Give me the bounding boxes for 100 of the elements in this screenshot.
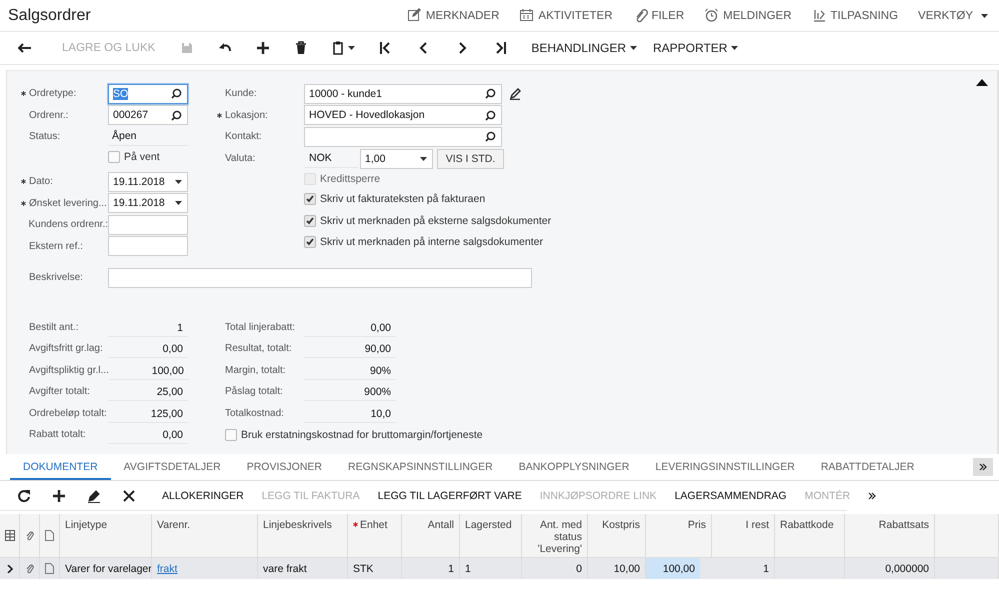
input-field[interactable]: [108, 214, 188, 235]
column-header[interactable]: Lagersted: [465, 519, 512, 531]
search-icon: [171, 88, 182, 100]
menu-button[interactable]: BEHANDLINGER: [531, 41, 637, 55]
column-header[interactable]: Pris: [688, 519, 706, 531]
input-field[interactable]: 10000 - kunde1: [304, 84, 502, 104]
tab[interactable]: BANKOPPLYSNINGER: [506, 461, 642, 480]
view-base-button[interactable]: VIS I STD.: [437, 148, 504, 169]
field-label: Kunde:: [225, 88, 257, 100]
summary-value: 0,00: [108, 340, 188, 358]
column-header[interactable]: Varenr.: [157, 519, 190, 531]
summary-value: 25,00: [108, 383, 188, 401]
toolbar-button[interactable]: LAGERSAMMENDRAG: [674, 490, 787, 502]
add-button[interactable]: [52, 488, 66, 502]
summary-value: 100,00: [108, 362, 189, 380]
input-field[interactable]: [108, 236, 188, 256]
input-field[interactable]: 000267: [108, 105, 188, 126]
header-action-button[interactable]: TILPASNING: [812, 8, 898, 23]
search-icon: [485, 110, 496, 121]
checkbox[interactable]: [304, 236, 316, 248]
toolbar-button[interactable]: LEGG TIL LAGERFØRT VARE: [378, 490, 522, 502]
column-header[interactable]: Enhet: [360, 519, 388, 531]
table-cell: 10,00: [614, 562, 640, 574]
add-icon: [256, 41, 270, 55]
more-button[interactable]: [868, 492, 876, 500]
collapse-icon[interactable]: [976, 79, 988, 86]
checkbox[interactable]: [108, 151, 120, 164]
checkbox[interactable]: [304, 214, 316, 227]
summary-label: Rabatt totalt:: [29, 428, 87, 442]
column-header[interactable]: Linjebeskrivels: [263, 519, 332, 531]
table-cell: 1: [465, 562, 471, 574]
more-tabs-button[interactable]: [973, 458, 993, 476]
checkbox-label: Skriv ut merknaden på interne salgsdokumenter: [320, 236, 543, 248]
column-header[interactable]: Ant. med status 'Levering': [527, 519, 582, 555]
summary-value: 0,00: [304, 318, 396, 336]
summary-value: 900%: [304, 383, 396, 401]
delete-icon: [294, 41, 308, 55]
toolbar-button[interactable]: ALLOKERINGER: [162, 490, 244, 502]
checkbox-label: På vent: [124, 151, 160, 164]
refresh-button[interactable]: [17, 488, 31, 502]
summary-label: Avgiftsfritt gr.lag:: [29, 342, 104, 356]
rate-field[interactable]: 1,00: [360, 148, 433, 169]
field-label: Dato:: [29, 176, 53, 188]
date-field[interactable]: 19.11.2018: [108, 193, 188, 214]
summary-label: Påslag totalt:: [225, 385, 284, 399]
date-field[interactable]: 19.11.2018: [108, 172, 188, 192]
column-header[interactable]: Linjetype: [65, 519, 108, 531]
field-label: Valuta:: [225, 153, 256, 164]
search-icon: [485, 131, 496, 142]
tools-menu[interactable]: VERKTØY: [918, 8, 988, 23]
note-icon: [45, 563, 54, 574]
column-header[interactable]: I rest: [746, 519, 769, 531]
header-action-button[interactable]: AKTIVITETER: [519, 8, 613, 23]
delete-button[interactable]: [122, 488, 136, 502]
input-field[interactable]: [304, 126, 502, 147]
tab[interactable]: RABATTDETALJER: [808, 461, 928, 480]
edit-icon: [87, 488, 101, 502]
input-field[interactable]: HOVED - Hovedlokasjon: [304, 105, 502, 126]
summary-value: 10,0: [304, 404, 396, 422]
field-label: Kundens ordrenr.:: [28, 219, 108, 230]
delete-icon: [122, 488, 136, 502]
header-action-button[interactable]: MERKNADER: [406, 8, 500, 23]
checkbox[interactable]: [225, 429, 237, 442]
caret-icon: [420, 156, 427, 161]
input-field[interactable]: [108, 268, 532, 288]
header-action-button[interactable]: FILER: [632, 8, 684, 23]
caret-icon: [175, 201, 182, 206]
double-chevron-icon: [868, 492, 876, 500]
menu-button[interactable]: RAPPORTER: [653, 41, 738, 55]
input-field[interactable]: SO: [108, 84, 188, 104]
tab[interactable]: DOKUMENTER: [10, 461, 111, 480]
paperclip-icon: [26, 530, 34, 541]
checkbox-label: Skriv ut merknaden på eksterne salgsdokumenter: [320, 214, 552, 227]
tab[interactable]: AVGIFTSDETALJER: [110, 461, 234, 480]
field-label: Ordretype:: [29, 88, 76, 100]
clipboard-icon: [332, 41, 344, 55]
field-label: Ønsket levering...: [29, 198, 107, 209]
summary-label: Totalkostnad:: [225, 406, 285, 420]
checkbox-label: Kredittsperre: [320, 172, 380, 185]
column-header[interactable]: Rabattsats: [878, 519, 929, 531]
summary-label: Ordrebeløp totalt:: [29, 406, 108, 420]
checkbox[interactable]: [304, 193, 316, 206]
summary-label: Bestilt ant.:: [29, 320, 80, 334]
customize-icon: [812, 8, 826, 23]
tab[interactable]: LEVERINGSINNSTILLINGER: [642, 461, 808, 480]
pencil-icon[interactable]: [509, 88, 521, 100]
edit-button[interactable]: [87, 488, 101, 502]
header-action-button[interactable]: MELDINGER: [704, 8, 792, 23]
field-label: Lokasjon:: [225, 110, 268, 121]
selected-cell[interactable]: 100,00: [646, 558, 700, 579]
tab[interactable]: REGNSKAPSINNSTILLINGER: [334, 461, 506, 480]
column-header[interactable]: Kostpris: [602, 519, 640, 531]
column-header[interactable]: Antall: [428, 519, 454, 531]
save-icon: [180, 41, 194, 55]
note-icon: [45, 530, 54, 541]
summary-value: 90,00: [304, 340, 396, 358]
field-label: Ekstern ref.:: [29, 240, 83, 252]
tab[interactable]: PROVISJONER: [234, 461, 335, 480]
item-link[interactable]: frakt: [157, 562, 178, 574]
column-header[interactable]: Rabattkode: [780, 519, 834, 531]
